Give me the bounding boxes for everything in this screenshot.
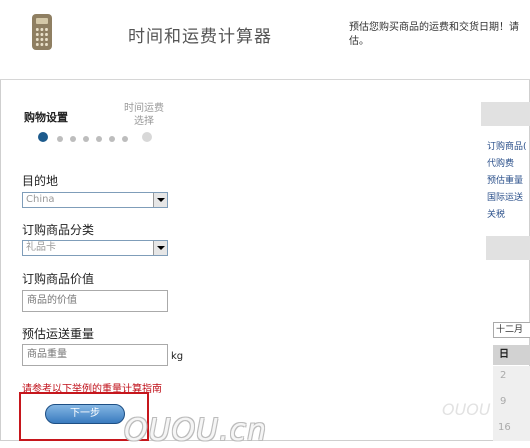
destination-label: 目的地 <box>22 174 59 188</box>
weight-unit: kg <box>171 351 184 362</box>
value-field[interactable] <box>22 290 168 312</box>
calendar-day-header: 日 <box>493 345 530 365</box>
watermark: OUOU.cn <box>124 413 268 448</box>
chevron-down-icon[interactable] <box>153 193 167 207</box>
category-select[interactable]: 礼品卡 <box>22 240 168 256</box>
step-dot-active <box>38 132 48 142</box>
weight-field[interactable] <box>22 344 168 366</box>
calendar-grid: 2 9 16 <box>493 366 530 441</box>
calendar-month-select[interactable]: 十二月 <box>493 322 530 338</box>
page-title: 时间和运费计算器 <box>128 27 272 47</box>
step-dot-final <box>142 132 152 142</box>
calendar-date[interactable]: 2 <box>500 370 506 381</box>
sidebar-link-fee[interactable]: 代购费 <box>487 156 514 169</box>
destination-select[interactable]: China <box>22 192 168 208</box>
step-dot <box>83 136 89 142</box>
weight-label: 预估运送重量 <box>22 327 95 341</box>
value-label: 订购商品价值 <box>22 272 95 286</box>
step-dot <box>96 136 102 142</box>
calculator-icon <box>32 14 52 50</box>
step-time-shipping: 时间运费 选择 <box>116 102 172 128</box>
sidebar-link-weight[interactable]: 预估重量 <box>487 173 523 186</box>
calendar-date[interactable]: 9 <box>500 396 506 407</box>
weight-input[interactable] <box>23 345 163 364</box>
sidebar-header <box>481 102 530 126</box>
sidebar-link-order[interactable]: 订购商品( <box>487 139 527 152</box>
step-time-shipping-line2: 选择 <box>134 116 154 127</box>
page-description: 预估您购买商品的运费和交货日期！请估。 <box>349 22 519 47</box>
shipping-form: 购物设置 时间运费 选择 目的地 China 订购商品分类 礼品卡 订购商品价值… <box>0 80 476 448</box>
step-shopping-settings: 购物设置 <box>24 111 68 124</box>
chevron-down-icon[interactable] <box>153 241 167 255</box>
sidebar-link-shipping[interactable]: 国际运送 <box>487 190 523 203</box>
header: 时间和运费计算器 预估您购买商品的运费和交货日期！请估。 <box>0 0 530 80</box>
category-value: 礼品卡 <box>26 242 56 253</box>
sidebar: 订购商品( 代购费 预估重量 国际运送 关税 十二月 日 2 9 16 OUOU <box>442 80 530 441</box>
step-time-shipping-line1: 时间运费 <box>124 103 164 114</box>
category-label: 订购商品分类 <box>22 223 95 237</box>
destination-value: China <box>26 194 55 205</box>
step-dot <box>57 136 63 142</box>
calendar-date[interactable]: 16 <box>498 422 511 433</box>
day-sunday-label: 日 <box>499 349 509 360</box>
step-dot <box>122 136 128 142</box>
step-dot <box>109 136 115 142</box>
corner-watermark: OUOU <box>442 400 491 419</box>
sidebar-link-tax[interactable]: 关税 <box>487 207 505 220</box>
step-dot <box>70 136 76 142</box>
value-input[interactable] <box>23 291 163 310</box>
calendar-header-bar <box>486 236 530 260</box>
next-button[interactable]: 下一步 <box>45 404 125 424</box>
